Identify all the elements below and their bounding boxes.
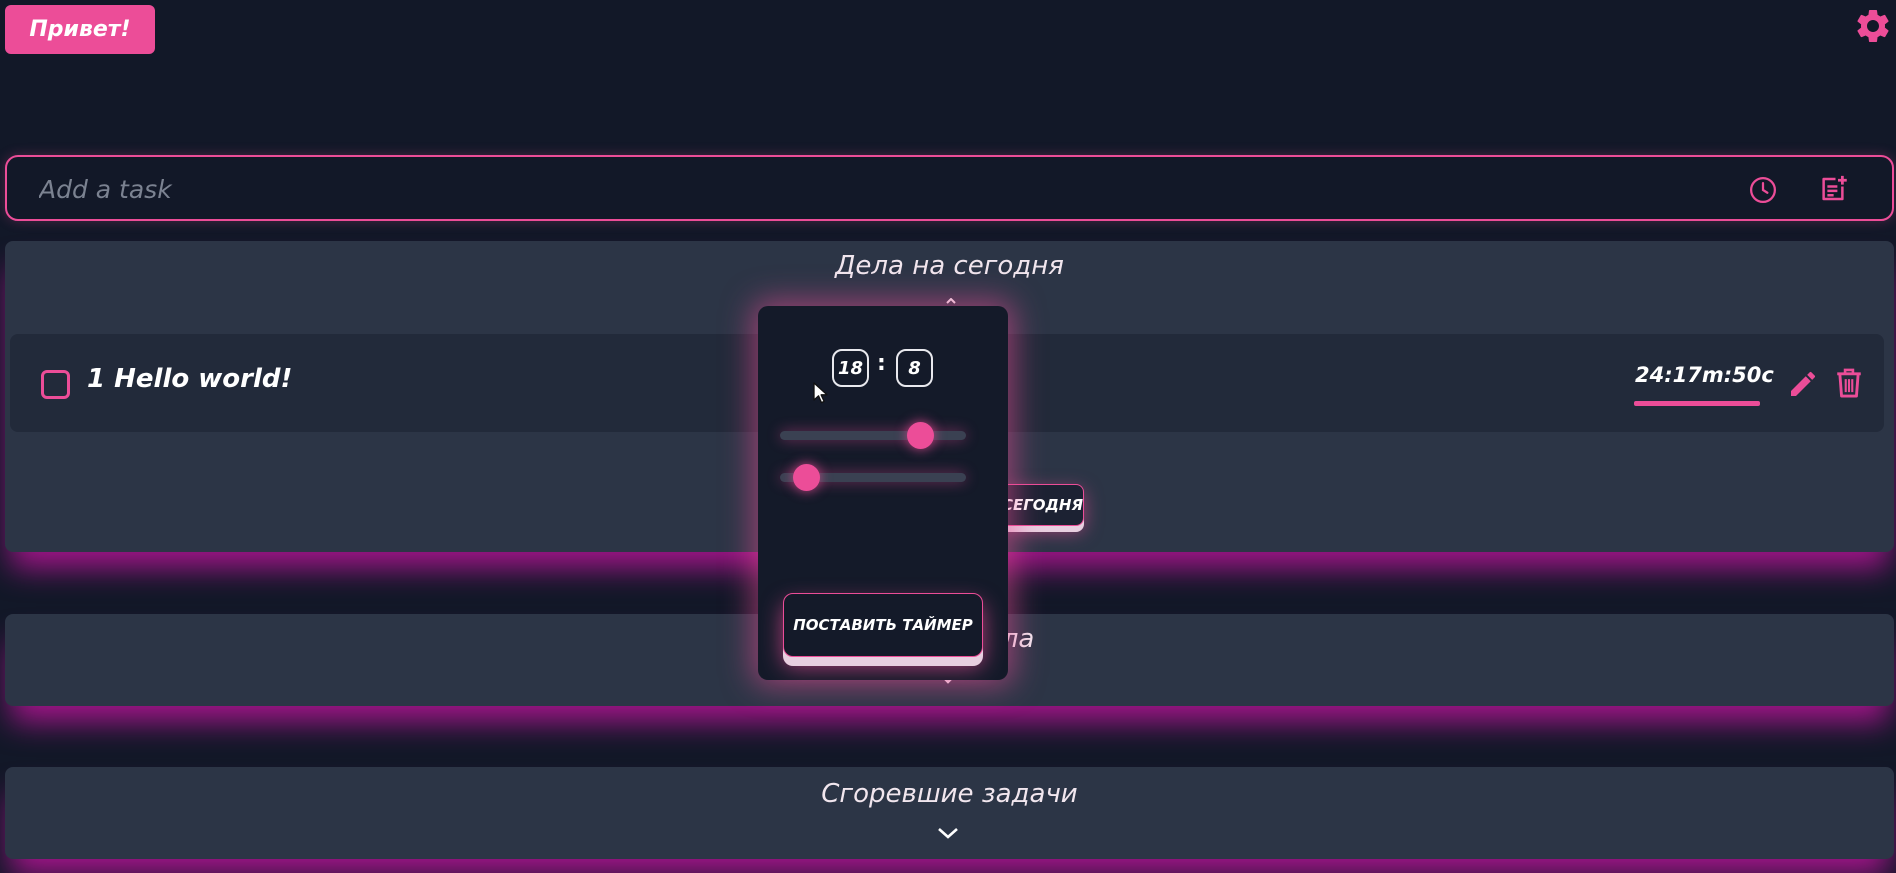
greeting-button[interactable]: Привет!	[5, 5, 155, 54]
chevron-down-icon[interactable]	[936, 825, 960, 841]
hours-slider[interactable]	[780, 422, 966, 449]
set-timer-button[interactable]: ПОСТАВИТЬ ТАЙМЕР	[783, 593, 983, 657]
time-separator: :	[877, 351, 886, 376]
minutes-slider-thumb[interactable]	[793, 464, 821, 491]
chevron-up-icon[interactable]	[946, 298, 956, 304]
hours-slider-thumb[interactable]	[906, 422, 934, 449]
minutes-display: 8	[896, 349, 933, 387]
trash-icon[interactable]	[1833, 366, 1865, 400]
pencil-icon[interactable]	[1787, 368, 1819, 400]
minutes-slider[interactable]	[780, 464, 966, 491]
add-task-bar	[5, 155, 1894, 221]
add-task-input[interactable]	[39, 169, 1639, 209]
mouse-cursor-icon	[813, 382, 828, 404]
task-label: 1 Hello world!	[87, 364, 293, 394]
task-timer-bar	[1634, 401, 1760, 406]
today-section-title[interactable]: Дела на сегодня	[5, 251, 1894, 281]
hours-display: 18	[832, 349, 869, 387]
today-button[interactable]: СЕГОДНЯ	[1001, 484, 1084, 526]
burned-section: Сгоревшие задачи	[5, 767, 1894, 859]
clock-icon[interactable]	[1748, 175, 1778, 205]
task-timer-text: 24:17m:50c	[1635, 363, 1774, 387]
task-checkbox[interactable]	[41, 370, 70, 399]
timer-popup: 18 : 8 ПОСТАВИТЬ ТАЙМЕР	[758, 306, 1008, 680]
add-note-icon[interactable]	[1818, 174, 1848, 204]
burned-section-title[interactable]: Сгоревшие задачи	[5, 779, 1894, 809]
gear-icon[interactable]	[1853, 6, 1893, 46]
app-root: Привет! Дела на сегодня 1 Hello world! 2…	[0, 0, 1896, 873]
